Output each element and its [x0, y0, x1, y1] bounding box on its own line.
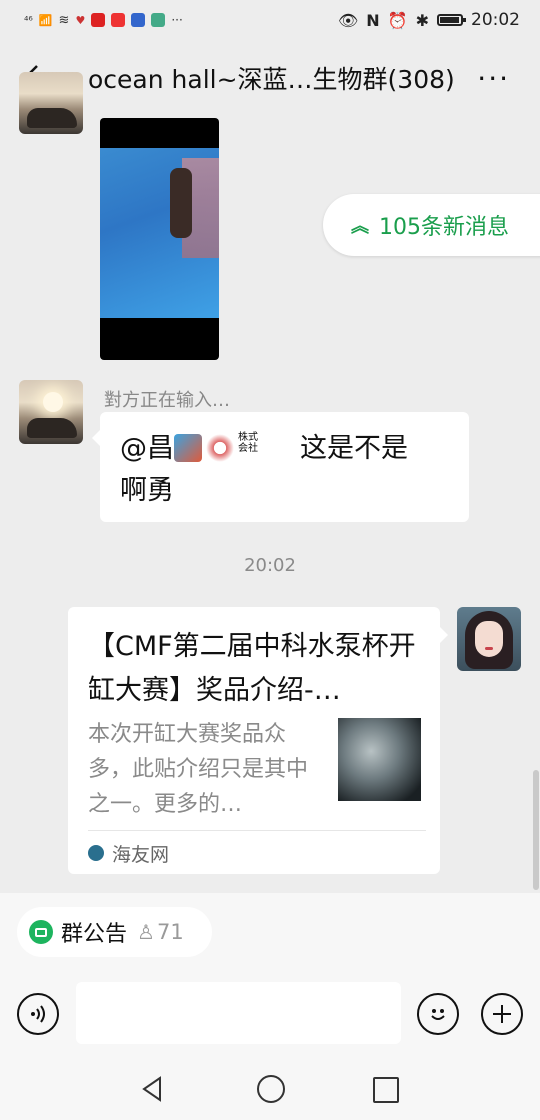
more-functions-button[interactable] [481, 993, 523, 1035]
chat-title: ocean hall~深蓝…生物群(308) [88, 65, 455, 94]
my-avatar[interactable] [457, 607, 521, 671]
link-card-message[interactable]: 【CMF第二届中科水泵杯开缸大赛】奖品介绍-… 本次开缸大赛奖品众多，此贴介绍只… [68, 607, 448, 874]
nav-back-icon[interactable] [140, 1076, 164, 1102]
card-source: 海友网 [88, 841, 170, 866]
announcement-label: 群公告 [61, 922, 128, 947]
avatar[interactable] [19, 72, 83, 134]
person-icon: ♙ [137, 920, 155, 944]
card-title: 【CMF第二届中科水泵杯开缸大赛】奖品介绍-… [88, 631, 416, 706]
source-logo-icon [88, 845, 104, 861]
nfc-icon: N [366, 10, 380, 30]
status-left: ⁴⁶ 📶 ≋ ♥ ··· [24, 10, 183, 30]
nav-home-icon[interactable] [257, 1075, 285, 1103]
announcement-count: 71 [156, 920, 184, 944]
news-app-icon [111, 13, 126, 27]
double-chevron-up-icon: ︽ [351, 216, 369, 237]
message-input[interactable] [76, 982, 401, 1044]
card-thumbnail [338, 718, 421, 801]
typing-indicator: 對方正在输入… [104, 390, 230, 411]
eye-icon: 👁 [337, 10, 359, 30]
mcdonalds-app-icon [91, 13, 106, 27]
clock: 20:02 [471, 10, 520, 30]
source-name: 海友网 [112, 843, 170, 866]
text-message-bubble[interactable]: @昌 株式 会社 这是不是 啊勇 [92, 412, 469, 522]
smiley-icon [431, 1009, 445, 1020]
status-right: 👁 N ⏰ ✱ 20:02 [338, 8, 520, 32]
nav-recent-apps-icon[interactable] [373, 1077, 399, 1103]
heart-app-icon: ♥ [75, 13, 86, 27]
more-options-button[interactable]: ··· [477, 62, 510, 95]
scrollbar[interactable] [533, 770, 539, 890]
emoji-button[interactable] [417, 993, 459, 1035]
signal-icon: 📶 [38, 13, 53, 27]
video-message[interactable] [100, 118, 219, 360]
time-separator: 20:02 [244, 555, 296, 576]
message-text: @昌 株式 会社 这是不是 啊勇 [120, 432, 408, 506]
plus-icon [493, 1005, 511, 1023]
group-announcement-button[interactable]: 群公告 ♙ 71 [17, 907, 212, 957]
more-notifications: ··· [171, 13, 183, 27]
divider [88, 830, 426, 831]
seal-emoji-icon [206, 434, 234, 462]
battery-icon [437, 14, 466, 26]
status-bar: ⁴⁶ 📶 ≋ ♥ ··· 👁 N ⏰ ✱ 20:02 [0, 0, 540, 40]
store-app-icon [151, 13, 166, 27]
company-emoji: 株式 会社 [238, 432, 258, 454]
fish-emoji-icon [174, 434, 202, 462]
new-messages-button[interactable]: ︽ 105条新消息 [323, 194, 540, 256]
music-app-icon [131, 13, 146, 27]
announcement-icon [29, 920, 53, 944]
voice-button[interactable] [17, 993, 59, 1035]
alarm-icon: ⏰ [387, 10, 408, 30]
sender-avatar[interactable] [19, 380, 83, 444]
network-indicator: ⁴⁶ [24, 13, 33, 27]
new-messages-label: 105条新消息 [379, 215, 509, 240]
card-description: 本次开缸大赛奖品众多，此贴介绍只是其中之一。更多的… [88, 722, 309, 817]
voice-icon [31, 1005, 45, 1023]
wifi-icon: ≋ [58, 12, 70, 28]
bluetooth-icon: ✱ [415, 10, 429, 30]
system-navigation-bar [0, 1058, 540, 1120]
